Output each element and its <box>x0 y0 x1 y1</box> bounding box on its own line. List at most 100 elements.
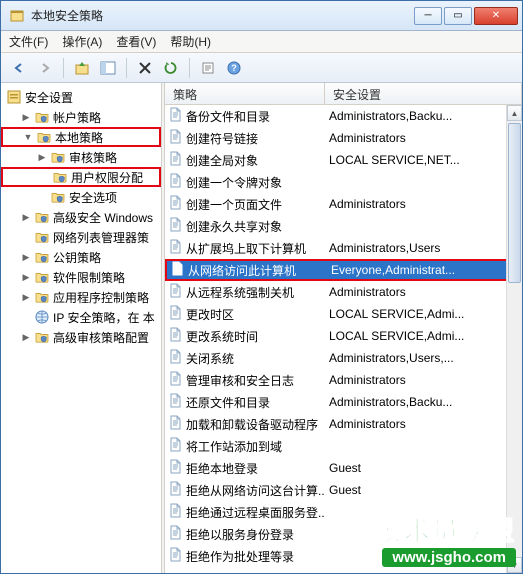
tree-item-label: 软件限制策略 <box>53 269 125 286</box>
tree-item[interactable]: ▼ 本地策略 <box>1 127 161 147</box>
policy-name: 更改时区 <box>186 306 234 323</box>
list-row[interactable]: 管理审核和安全日志Administrators <box>165 369 522 391</box>
export-button[interactable] <box>196 56 220 80</box>
app-icon <box>9 8 25 24</box>
tree-item[interactable]: IP 安全策略，在 本 <box>1 307 161 327</box>
close-button[interactable]: ✕ <box>474 7 518 25</box>
up-button[interactable] <box>70 56 94 80</box>
list-row[interactable]: 备份文件和目录Administrators,Backu... <box>165 105 522 127</box>
policy-icon <box>169 525 182 543</box>
refresh-button[interactable] <box>159 56 183 80</box>
separator <box>63 58 64 78</box>
tree-item[interactable]: ▶ 软件限制策略 <box>1 267 161 287</box>
tree-item-label: 本地策略 <box>55 129 103 146</box>
policy-name: 拒绝以服务身份登录 <box>186 526 294 543</box>
policy-icon <box>169 349 182 367</box>
menu-action[interactable]: 操作(A) <box>62 33 102 50</box>
folder-icon <box>34 229 50 245</box>
tree-item[interactable]: 安全选项 <box>1 187 161 207</box>
scroll-thumb[interactable] <box>508 123 521 283</box>
tree-item-label: 审核策略 <box>69 149 117 166</box>
vertical-scrollbar[interactable]: ▲ ▼ <box>506 105 522 573</box>
help-button[interactable]: ? <box>222 56 246 80</box>
minimize-button[interactable]: ─ <box>414 7 442 25</box>
policy-setting: Administrators,Users <box>325 241 518 255</box>
back-button[interactable] <box>7 56 31 80</box>
policy-name: 创建永久共享对象 <box>186 218 282 235</box>
tree-panel[interactable]: 安全设置 ▶ 帐户策略 ▼ 本地策略 ▶ 审核策略用户权限分配安全选项▶高级安全 Windo… <box>1 83 161 573</box>
list-row[interactable]: 创建永久共享对象 <box>165 215 522 237</box>
list-row[interactable]: 创建一个令牌对象 <box>165 171 522 193</box>
forward-button[interactable] <box>33 56 57 80</box>
tree-item-label: 高级审核策略配置 <box>53 329 149 346</box>
delete-button[interactable] <box>133 56 157 80</box>
list-row[interactable]: 将工作站添加到域 <box>165 435 522 457</box>
policy-icon <box>169 371 182 389</box>
tree-item[interactable]: ▶ 高级审核策略配置 <box>1 327 161 347</box>
scroll-up-button[interactable]: ▲ <box>507 105 522 121</box>
policy-name: 拒绝通过远程桌面服务登... <box>186 504 325 521</box>
policy-name: 创建全局对象 <box>186 152 258 169</box>
column-setting[interactable]: 安全设置 <box>325 83 522 104</box>
list-row[interactable]: 更改系统时间LOCAL SERVICE,Admi... <box>165 325 522 347</box>
tree-item[interactable]: 网络列表管理器策 <box>1 227 161 247</box>
tree-item[interactable]: ▶ 帐户策略 <box>1 107 161 127</box>
policy-icon <box>169 503 182 521</box>
policy-name: 加载和卸载设备驱动程序 <box>186 416 318 433</box>
list-row[interactable]: 从网络访问此计算机Everyone,Administrat... <box>165 259 522 281</box>
list-row[interactable]: 更改时区 LOCAL SERVICE,Admi... <box>165 303 522 325</box>
watermark: 技术员联盟 www.jsgho.com <box>376 511 516 567</box>
expander-icon[interactable]: ▶ <box>21 212 31 223</box>
show-hide-tree-button[interactable] <box>96 56 120 80</box>
list-row[interactable]: 加载和卸载设备驱动程序Administrators <box>165 413 522 435</box>
list-row[interactable]: 创建一个页面文件Administrators <box>165 193 522 215</box>
tree-item[interactable]: ▶ 审核策略 <box>1 147 161 167</box>
list-row[interactable]: 还原文件和目录Administrators,Backu... <box>165 391 522 413</box>
window-title: 本地安全策略 <box>31 7 414 24</box>
policy-icon <box>169 547 182 565</box>
tree-item[interactable]: ▶应用程序控制策略 <box>1 287 161 307</box>
tree-item[interactable]: ▶公钥策略 <box>1 247 161 267</box>
expander-icon[interactable]: ▼ <box>23 132 33 142</box>
list-row[interactable]: 关闭系统Administrators,Users,... <box>165 347 522 369</box>
expander-icon[interactable]: ▶ <box>21 112 31 123</box>
list-row[interactable]: 从远程系统强制关机Administrators <box>165 281 522 303</box>
folder-icon <box>34 109 50 125</box>
list-row[interactable]: 创建全局对象LOCAL SERVICE,NET... <box>165 149 522 171</box>
tree-item[interactable]: 用户权限分配 <box>1 167 161 187</box>
list-rows[interactable]: 备份文件和目录Administrators,Backu...创建符号链接Admi… <box>165 105 522 573</box>
expander-icon[interactable]: ▶ <box>21 332 31 343</box>
policy-name: 更改系统时间 <box>186 328 258 345</box>
menu-help[interactable]: 帮助(H) <box>170 33 211 50</box>
policy-name: 关闭系统 <box>186 350 234 367</box>
policy-setting: Administrators <box>325 197 518 211</box>
list-row[interactable]: 从扩展坞上取下计算机 Administrators,Users <box>165 237 522 259</box>
column-policy[interactable]: 策略 <box>165 83 325 104</box>
tree-root[interactable]: 安全设置 <box>1 87 161 107</box>
expander-icon[interactable]: ▶ <box>37 152 47 163</box>
expander-icon[interactable]: ▶ <box>21 292 31 303</box>
list-row[interactable]: 拒绝本地登录Guest <box>165 457 522 479</box>
expander-icon[interactable]: ▶ <box>21 272 31 283</box>
tree-item[interactable]: ▶高级安全 Windows <box>1 207 161 227</box>
list-panel: 策略 安全设置 备份文件和目录Administrators,Backu...创建… <box>165 83 522 573</box>
maximize-button[interactable]: ▭ <box>444 7 472 25</box>
expander-icon[interactable]: ▶ <box>21 252 31 263</box>
policy-icon <box>169 107 182 125</box>
list-row[interactable]: 创建符号链接Administrators <box>165 127 522 149</box>
policy-icon <box>171 261 184 279</box>
folder-icon <box>36 129 52 145</box>
tree-item-label: 帐户策略 <box>53 109 101 126</box>
policy-setting: Everyone,Administrat... <box>327 263 516 277</box>
folder-icon <box>50 149 66 165</box>
policy-icon <box>169 129 182 147</box>
menu-view[interactable]: 查看(V) <box>116 33 156 50</box>
policy-setting: LOCAL SERVICE,Admi... <box>325 307 518 321</box>
policy-name: 从扩展坞上取下计算机 <box>186 240 306 257</box>
separator <box>189 58 190 78</box>
policy-name: 拒绝从网络访问这台计算... <box>186 482 325 499</box>
menu-file[interactable]: 文件(F) <box>9 33 48 50</box>
list-row[interactable]: 拒绝从网络访问这台计算...Guest <box>165 479 522 501</box>
policy-setting: Administrators,Backu... <box>325 395 518 409</box>
policy-icon <box>169 151 182 169</box>
